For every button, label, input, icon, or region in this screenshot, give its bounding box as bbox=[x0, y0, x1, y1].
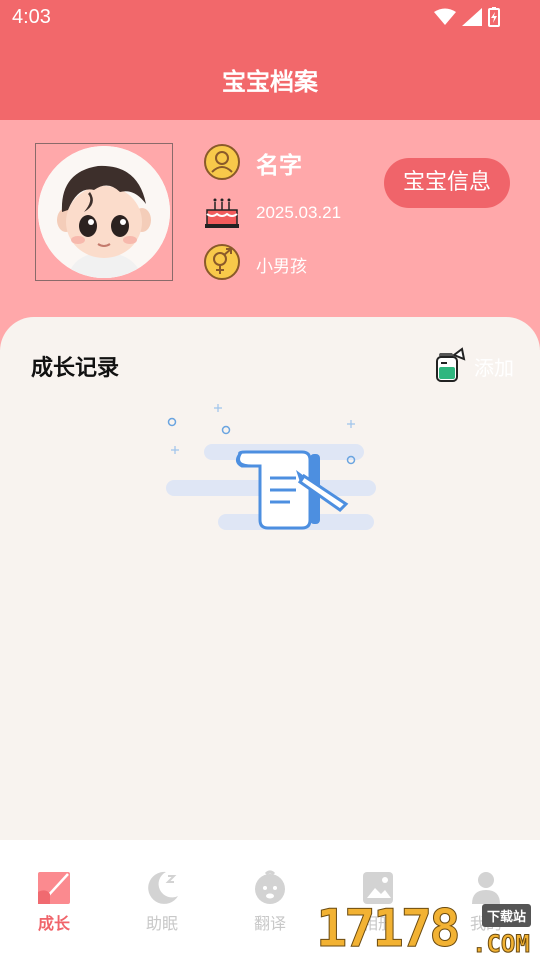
cake-icon bbox=[205, 198, 239, 228]
avatar[interactable] bbox=[35, 143, 173, 281]
title-bar: 宝宝档案 bbox=[0, 36, 540, 120]
baby-face-icon bbox=[255, 870, 285, 904]
watermark-digits: 17178 bbox=[316, 899, 462, 959]
status-time: 4:03 bbox=[12, 6, 51, 28]
tab-label: 助眠 bbox=[145, 914, 178, 933]
growth-icon bbox=[38, 872, 70, 904]
tab-label: 翻译 bbox=[253, 914, 286, 933]
watermark-tag: 下载站 bbox=[482, 904, 532, 927]
signal-icon bbox=[462, 8, 482, 26]
empty-records-illustration-icon bbox=[166, 404, 376, 530]
tab-translate[interactable]: 翻译 bbox=[216, 868, 324, 948]
gender-icon bbox=[204, 244, 240, 280]
status-icons bbox=[434, 7, 500, 27]
baby-birthday: 2025.03.21 bbox=[256, 203, 342, 222]
page-title: 宝宝档案 bbox=[222, 68, 318, 96]
battery-icon bbox=[488, 7, 500, 27]
status-bar: 4:03 bbox=[0, 0, 540, 36]
add-bottle-icon[interactable] bbox=[432, 347, 466, 383]
watermark-suffix: .COM bbox=[472, 930, 531, 959]
wifi-icon bbox=[434, 8, 456, 25]
section-title: 成长记录 bbox=[31, 356, 120, 381]
cartoon-baby-avatar-icon bbox=[38, 146, 170, 278]
baby-name: 名字 bbox=[256, 153, 302, 179]
watermark-logo: 17178 下载站 .COM bbox=[316, 898, 540, 960]
tab-growth[interactable]: 成长 bbox=[0, 868, 108, 948]
add-record-button[interactable]: 添加 bbox=[474, 352, 514, 381]
baby-gender: 小男孩 bbox=[256, 257, 307, 277]
avatar-image bbox=[38, 146, 170, 278]
moon-icon bbox=[148, 871, 178, 904]
tab-label: 成长 bbox=[37, 914, 70, 933]
person-icon bbox=[204, 144, 240, 180]
tab-sleep[interactable]: 助眠 bbox=[108, 868, 216, 948]
growth-records-card bbox=[0, 317, 540, 840]
baby-info-button[interactable]: 宝宝信息 bbox=[384, 158, 510, 208]
